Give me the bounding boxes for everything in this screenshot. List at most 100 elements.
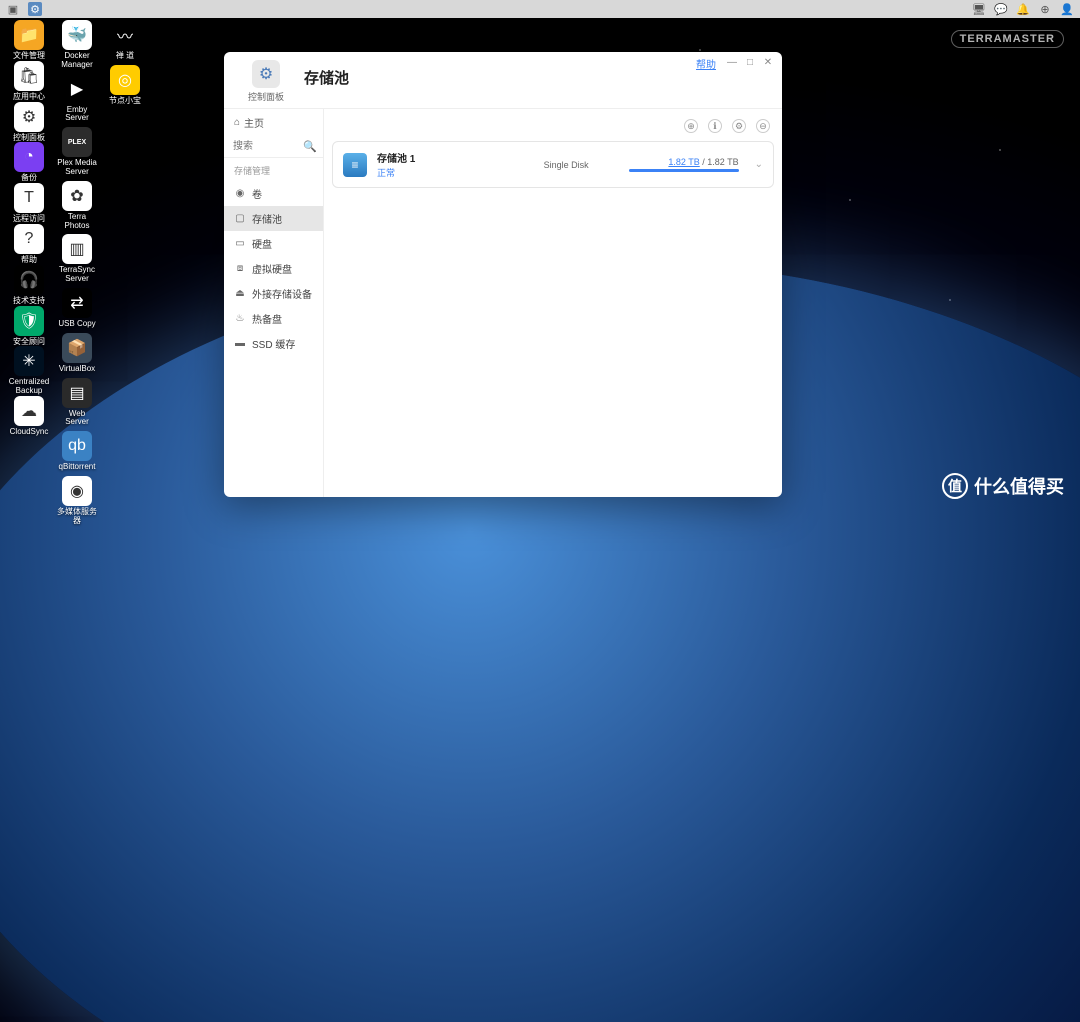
- desktop: 📁文件管理🛍应用中心⚙控制面板◔ 备份T 远程访问?帮助🎧技术支持🛡安全顾问✳Cen…: [8, 20, 50, 437]
- app-icon: ◔: [14, 142, 44, 172]
- desktop-app-col2-8[interactable]: qbqBittorrent: [56, 431, 98, 472]
- sidebar-item-0[interactable]: ◉卷: [224, 181, 323, 206]
- storage-pool-icon: ≡: [343, 153, 367, 177]
- pool-type: Single Disk: [544, 160, 589, 170]
- minimize-button[interactable]: ―: [726, 56, 738, 68]
- user-icon[interactable]: 👤: [1060, 2, 1074, 16]
- desktop-app-col1-8[interactable]: ✳Centralized Backup: [8, 346, 50, 396]
- watermark: 值 什么值得买: [942, 473, 1064, 499]
- pool-name: 存储池 1: [377, 150, 415, 165]
- app-icon: 〰: [110, 20, 140, 50]
- desktop-app-col3-0[interactable]: 〰禅 道: [104, 20, 146, 61]
- app-icon: 🐳: [62, 20, 92, 50]
- app-label: VirtualBox: [59, 365, 95, 374]
- app-label: qBittorrent: [59, 463, 96, 472]
- app-label: Plex Media Server: [56, 159, 98, 177]
- desktop-app-col2-7[interactable]: ▤ Web Server: [56, 378, 98, 428]
- desktop-app-col1-6[interactable]: 🎧技术支持: [8, 265, 50, 306]
- desktop-app-col2-3[interactable]: ✿Terra Photos: [56, 181, 98, 231]
- desktop-app-col2-9[interactable]: ◉多媒体服务器: [56, 476, 98, 526]
- app-icon: 📦: [62, 333, 92, 363]
- app-label: Docker Manager: [56, 52, 98, 70]
- sidebar-item-4[interactable]: ⏏外接存储设备: [224, 281, 323, 306]
- sidebar-search: 🔍: [224, 136, 323, 158]
- app-icon: ⚙: [14, 102, 44, 132]
- chevron-down-icon[interactable]: ⌄: [755, 159, 763, 170]
- close-button[interactable]: ✕: [762, 56, 774, 68]
- sidebar-item-label: 存储池: [252, 211, 282, 226]
- content-area: ⊕ ℹ ⚙ ⊖ ≡ 存储池 1 正常 Single Disk 1.82 TB / 1.…: [324, 109, 782, 497]
- sidebar-item-5[interactable]: ♨热备盘: [224, 306, 323, 331]
- app-icon: ✿: [62, 181, 92, 211]
- chat-icon[interactable]: 💬: [994, 2, 1008, 16]
- desktop-app-col2-6[interactable]: 📦 VirtualBox: [56, 333, 98, 374]
- app-label: Web Server: [56, 410, 98, 428]
- taskbar: ▣ ⚙ 🖥 💬 🔔 ⊕ 👤: [0, 0, 1080, 18]
- sidebar-item-1[interactable]: ▢ 存储池: [224, 206, 323, 231]
- desktop-app-col2-5[interactable]: ⇄ USB Copy: [56, 288, 98, 329]
- desktop-app-col1-4[interactable]: T 远程访问: [8, 183, 50, 224]
- maximize-button[interactable]: □: [744, 56, 756, 68]
- app-icon: ▤: [62, 378, 92, 408]
- desktop-app-col1-5[interactable]: ?帮助: [8, 224, 50, 265]
- sidebar-item-6[interactable]: ▬SSD 缓存: [224, 331, 323, 356]
- desktop-app-col2-0[interactable]: 🐳 Docker Manager: [56, 20, 98, 70]
- content-toolbar: ⊕ ℹ ⚙ ⊖: [332, 117, 774, 141]
- sidebar-item-3[interactable]: ⧈ 虚拟硬盘: [224, 256, 323, 281]
- sidebar-item-icon: ♨: [234, 313, 246, 324]
- desktop-app-col1-7[interactable]: 🛡安全顾问: [8, 306, 50, 347]
- app-label: Emby Server: [56, 106, 98, 124]
- control-panel-icon[interactable]: ⚙ 控制面板: [248, 60, 284, 103]
- watermark-badge: 值: [942, 473, 968, 499]
- brand-logo: TERRAMASTER: [951, 30, 1064, 48]
- app-icon: PLEX: [62, 127, 92, 157]
- help-link[interactable]: 帮助: [696, 56, 716, 71]
- app-label: 备份: [21, 174, 37, 183]
- sidebar-item-icon: ⏏: [234, 288, 246, 299]
- toolbar-btn-2[interactable]: ⚙: [732, 119, 746, 133]
- app-label: 技术支持: [13, 297, 45, 306]
- control-panel-window: 帮助 ― □ ✕ ⚙ 控制面板 存储池 ⌂主页 🔍 存储管理 ◉卷▢存储池▭硬盘…: [224, 52, 782, 497]
- desktop-app-col1-2[interactable]: ⚙控制面板: [8, 102, 50, 143]
- sidebar-home[interactable]: ⌂主页: [224, 109, 323, 136]
- desktop-app-col1-1[interactable]: 🛍应用中心: [8, 61, 50, 102]
- desktop-app-col2-1[interactable]: ▶Emby Server: [56, 74, 98, 124]
- app-label: Centralized Backup: [8, 378, 50, 396]
- taskbar-gear-icon[interactable]: ⚙: [28, 2, 42, 16]
- app-icon: ◎: [110, 65, 140, 95]
- desktop-app-col2-2[interactable]: PLEX Plex Media Server: [56, 127, 98, 177]
- globe-icon[interactable]: ⊕: [1038, 2, 1052, 16]
- desktop-app-col2-4[interactable]: ▥TerraSync Server: [56, 234, 98, 284]
- desktop-app-col1-3[interactable]: ◔ 备份: [8, 142, 50, 183]
- monitor-icon[interactable]: 🖥: [972, 2, 986, 16]
- storage-pool-row[interactable]: ≡ 存储池 1 正常 Single Disk 1.82 TB / 1.82 TB…: [332, 141, 774, 188]
- search-input[interactable]: [230, 138, 303, 155]
- taskbar-window-icon[interactable]: ▣: [6, 2, 20, 16]
- toolbar-btn-1[interactable]: ℹ: [708, 119, 722, 133]
- app-label: 远程访问: [13, 215, 45, 224]
- gear-icon: ⚙: [252, 60, 280, 88]
- capacity-bar: [629, 169, 739, 172]
- app-icon: ⇄: [62, 288, 92, 318]
- app-label: 应用中心: [13, 93, 45, 102]
- search-icon[interactable]: 🔍: [303, 140, 317, 153]
- sidebar-item-2[interactable]: ▭硬盘: [224, 231, 323, 256]
- bell-icon[interactable]: 🔔: [1016, 2, 1030, 16]
- sidebar-item-label: 虚拟硬盘: [252, 261, 292, 276]
- sidebar-item-icon: ▢: [234, 213, 246, 224]
- sidebar-item-icon: ▭: [234, 238, 246, 249]
- toolbar-btn-3[interactable]: ⊖: [756, 119, 770, 133]
- app-icon: 🛡: [14, 306, 44, 336]
- sidebar-item-icon: ⧈: [234, 263, 246, 274]
- app-label: 节点小宝: [109, 97, 141, 106]
- app-icon: 📁: [14, 20, 44, 50]
- desktop-app-col1-0[interactable]: 📁文件管理: [8, 20, 50, 61]
- app-label: CloudSync: [10, 428, 49, 437]
- app-label: USB Copy: [58, 320, 95, 329]
- desktop-app-col3-1[interactable]: ◎ 节点小宝: [104, 65, 146, 106]
- desktop-app-col1-9[interactable]: ☁CloudSync: [8, 396, 50, 437]
- app-icon: T: [14, 183, 44, 213]
- pool-status: 正常: [377, 166, 415, 179]
- toolbar-btn-0[interactable]: ⊕: [684, 119, 698, 133]
- sidebar-item-icon: ◉: [234, 188, 246, 199]
